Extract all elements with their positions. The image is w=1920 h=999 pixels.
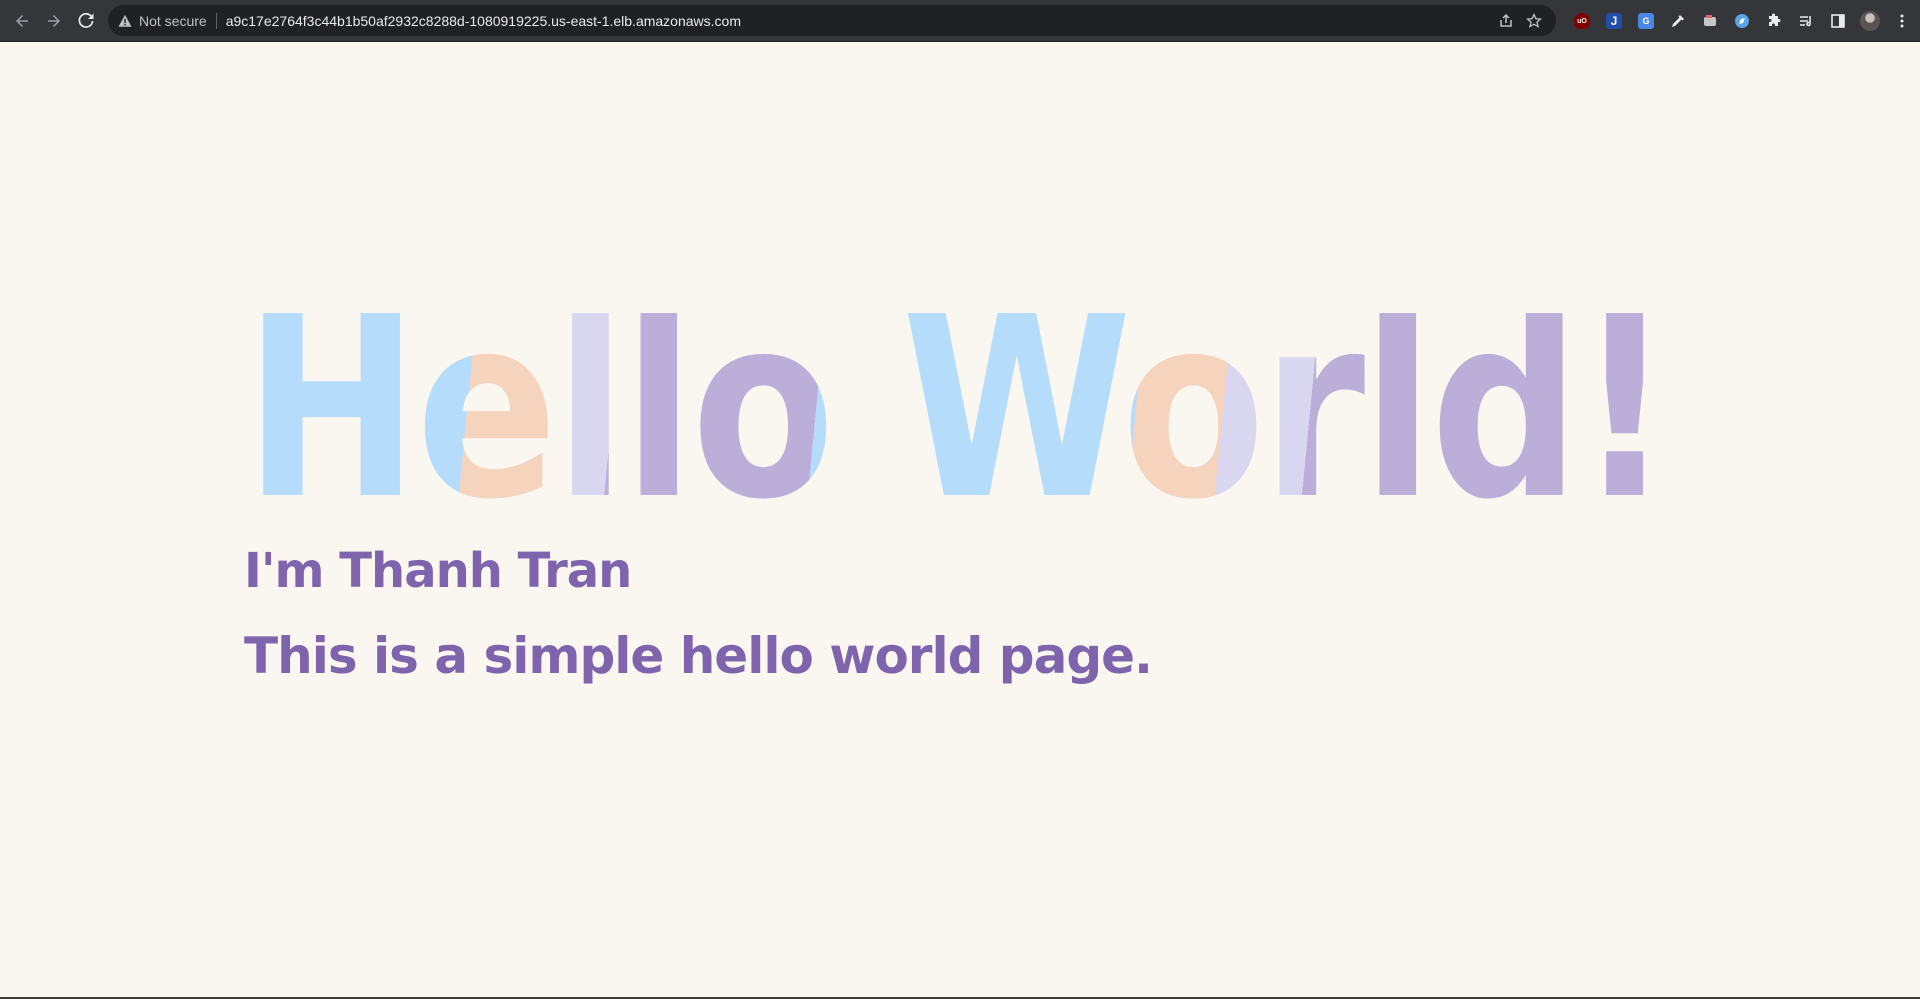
- screenshot-button[interactable]: [1694, 5, 1726, 37]
- url-text[interactable]: a9c17e2764f3c44b1b50af2932c8288d-1080919…: [226, 13, 741, 29]
- forward-icon: [48, 14, 60, 27]
- menu-kebab-icon: [1900, 14, 1904, 28]
- back-button[interactable]: [8, 7, 36, 35]
- eyedropper-icon: [1672, 15, 1684, 27]
- side-panel-icon: [1831, 14, 1845, 28]
- tagline: This is a simple hello world page.: [244, 627, 1153, 685]
- reload-button[interactable]: [72, 7, 100, 35]
- jira-icon: J: [1606, 13, 1622, 29]
- menu-button[interactable]: [1886, 5, 1918, 37]
- address-bar[interactable]: Not secure a9c17e2764f3c44b1b50af2932c82…: [108, 5, 1556, 36]
- google-translate-icon: G: [1638, 13, 1654, 29]
- reload-icon: [78, 12, 94, 28]
- screenshot-icon: [1704, 15, 1716, 26]
- back-icon: [16, 14, 28, 27]
- profile-button[interactable]: [1854, 5, 1886, 37]
- security-label: Not secure: [139, 12, 207, 29]
- subtitle: I'm Thanh Tran: [244, 543, 632, 599]
- extensions-area: uO J G: [1566, 0, 1918, 42]
- omnibox-divider: [215, 12, 217, 29]
- bookmark-button[interactable]: [1520, 7, 1548, 35]
- compass-button[interactable]: [1726, 5, 1758, 37]
- forward-button[interactable]: [40, 7, 68, 35]
- hero-title-text: Hello World!: [244, 313, 1669, 513]
- jira-button[interactable]: J: [1598, 5, 1630, 37]
- side-panel-button[interactable]: [1822, 5, 1854, 37]
- browser-toolbar: Not secure a9c17e2764f3c44b1b50af2932c82…: [0, 0, 1920, 42]
- security-indicator[interactable]: Not secure: [118, 13, 207, 29]
- extensions-puzzle-icon: [1769, 13, 1781, 26]
- ublock-origin-button[interactable]: uO: [1566, 5, 1598, 37]
- ublock-origin-icon: uO: [1574, 13, 1590, 29]
- share-icon: [1500, 13, 1512, 27]
- reading-list-icon: [1800, 16, 1811, 27]
- page-content: Hello World! I'm Thanh Tran This is a si…: [0, 43, 1920, 998]
- reading-list-button[interactable]: [1790, 5, 1822, 37]
- warning-icon: [118, 14, 132, 28]
- hero-title: Hello World!: [244, 313, 1684, 513]
- compass-icon: [1735, 14, 1749, 28]
- google-translate-button[interactable]: G: [1630, 5, 1662, 37]
- bookmark-star-icon: [1526, 12, 1542, 28]
- share-button[interactable]: [1492, 7, 1520, 35]
- profile-avatar: [1860, 11, 1880, 31]
- eyedropper-button[interactable]: [1662, 5, 1694, 37]
- extensions-menu-button[interactable]: [1758, 5, 1790, 37]
